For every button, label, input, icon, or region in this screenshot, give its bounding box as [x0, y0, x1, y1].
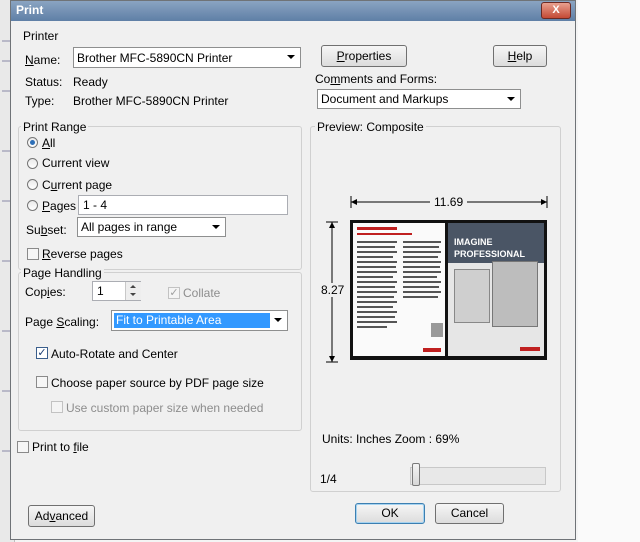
print-range-label: Print Range	[21, 120, 89, 134]
help-button[interactable]: Help	[493, 45, 547, 67]
page-indicator: 1/4	[320, 472, 337, 486]
radio-current-view[interactable]	[27, 158, 38, 169]
radio-current-page-label[interactable]: Current page	[42, 178, 112, 192]
printer-name-select[interactable]: Brother MFC-5890CN Printer	[73, 47, 301, 68]
preview-height-value: 8.27	[320, 283, 346, 297]
radio-pages-label[interactable]: Pages	[42, 199, 76, 213]
comments-forms-select[interactable]: Document and Markups	[317, 89, 521, 109]
dialog-title: Print	[16, 3, 44, 17]
preview-title: Preview: Composite	[315, 120, 426, 134]
subset-label: Subset:	[26, 223, 67, 237]
chevron-down-icon	[212, 225, 220, 229]
copies-label: Copies:	[25, 285, 66, 299]
status-label: Status:	[25, 75, 63, 89]
printer-group-label: Printer	[23, 29, 59, 43]
reverse-pages-checkbox[interactable]	[27, 248, 39, 260]
thumb-subheading: PROFESSIONAL	[454, 249, 526, 259]
copies-value: 1	[97, 284, 104, 298]
type-label: Type:	[25, 94, 55, 108]
type-value: Brother MFC-5890CN Printer	[73, 94, 229, 108]
collate-label[interactable]: Collate	[183, 286, 220, 300]
comments-forms-value: Document and Markups	[321, 92, 449, 106]
page-scaling-value: Fit to Printable Area	[114, 313, 270, 328]
page-slider-track[interactable]	[410, 467, 546, 485]
printer-image	[454, 269, 490, 323]
collate-checkbox[interactable]: ✓	[168, 287, 180, 299]
cancel-button[interactable]: Cancel	[435, 503, 504, 524]
ok-button[interactable]: OK	[355, 503, 425, 524]
chevron-down-icon	[287, 55, 295, 59]
title-bar[interactable]: Print X	[11, 1, 575, 21]
radio-all[interactable]	[27, 137, 38, 148]
properties-button[interactable]: Properties	[321, 45, 407, 67]
preview-thumbnail: IMAGINE PROFESSIONAL	[350, 220, 547, 360]
name-label: Name:	[25, 53, 61, 67]
thumb-heading: IMAGINE	[454, 237, 493, 247]
comments-forms-label: Comments and Forms:	[315, 72, 438, 86]
stepper-down-icon[interactable]	[130, 293, 136, 296]
radio-current-page[interactable]	[27, 179, 38, 190]
paper-source-checkbox[interactable]	[36, 376, 48, 388]
preview-text-column	[353, 223, 445, 356]
copies-stepper[interactable]	[125, 282, 141, 300]
preview-width-value: 11.69	[430, 195, 468, 209]
reverse-pages-label[interactable]: Reverse pages	[42, 247, 123, 261]
status-value: Ready	[73, 75, 108, 89]
custom-paper-label[interactable]: Use custom paper size when needed	[66, 401, 263, 415]
stepper-up-icon[interactable]	[130, 285, 136, 288]
chevron-down-icon	[274, 318, 282, 322]
pages-input[interactable]: 1 - 4	[78, 195, 288, 215]
chevron-down-icon	[507, 97, 515, 101]
pages-value: 1 - 4	[83, 198, 108, 212]
page-scaling-select[interactable]: Fit to Printable Area	[111, 310, 288, 331]
page-slider-thumb[interactable]	[412, 463, 420, 486]
units-zoom-label: Units: Inches Zoom : 69%	[322, 432, 460, 446]
subset-select[interactable]: All pages in range	[77, 217, 226, 237]
radio-pages[interactable]	[27, 200, 38, 211]
print-to-file-checkbox[interactable]	[17, 441, 29, 453]
page-scaling-label: Page Scaling:	[25, 315, 100, 329]
background-area	[578, 0, 640, 542]
custom-paper-checkbox[interactable]	[51, 401, 63, 413]
preview-hero-banner: IMAGINE PROFESSIONAL	[448, 223, 544, 263]
print-to-file-label[interactable]: Print to file	[32, 440, 89, 454]
preview-hero-column: IMAGINE PROFESSIONAL	[448, 223, 544, 356]
close-button[interactable]: X	[541, 2, 571, 19]
paper-source-label[interactable]: Choose paper source by PDF page size	[51, 376, 264, 390]
advanced-button[interactable]: Advanced	[28, 505, 95, 527]
subset-value: All pages in range	[81, 220, 178, 234]
radio-all-label[interactable]: All	[42, 136, 55, 150]
printer-image	[492, 261, 538, 327]
printer-name-value: Brother MFC-5890CN Printer	[77, 51, 233, 65]
radio-current-view-label[interactable]: Current view	[42, 156, 109, 170]
auto-rotate-label[interactable]: Auto-Rotate and Center	[51, 347, 178, 361]
page-handling-label: Page Handling	[21, 266, 104, 280]
auto-rotate-checkbox[interactable]: ✓	[36, 347, 48, 359]
